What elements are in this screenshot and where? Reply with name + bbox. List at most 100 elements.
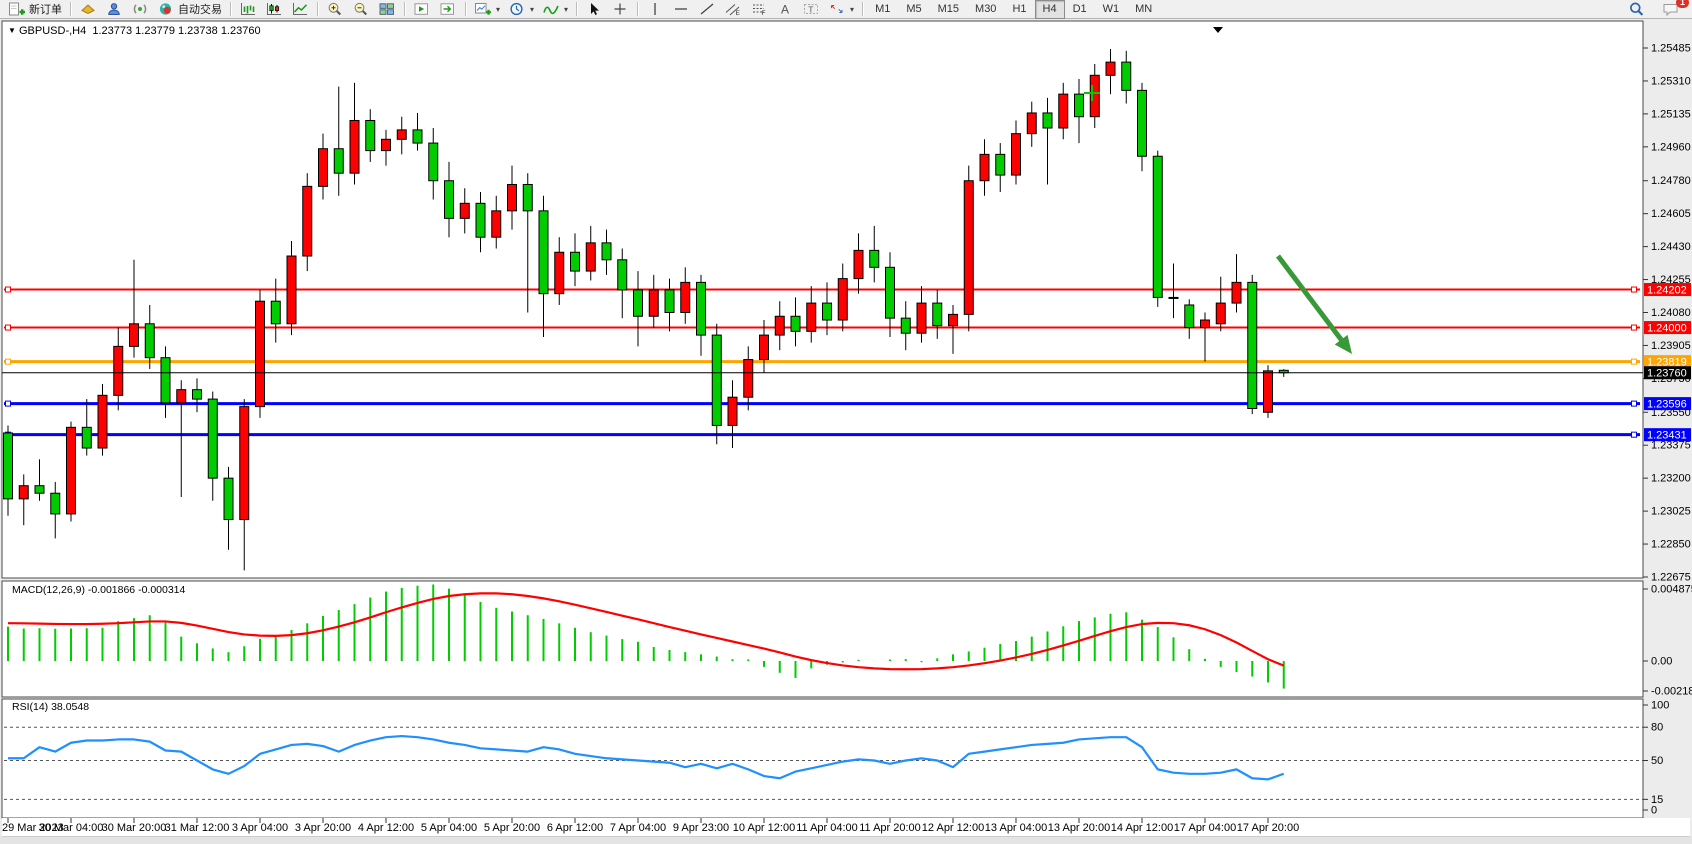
hline-anchor[interactable]: [6, 401, 11, 406]
svg-text:0.00: 0.00: [1651, 656, 1672, 668]
hline-anchor[interactable]: [1632, 325, 1637, 330]
doc-plus-icon: [8, 2, 26, 16]
chat-button[interactable]: 1: [1658, 0, 1684, 19]
indicator-icon: [542, 2, 560, 16]
hline-anchor[interactable]: [6, 325, 11, 330]
autotrade-icon: [157, 2, 175, 16]
svg-text:30 Mar 04:00: 30 Mar 04:00: [39, 822, 104, 834]
text-tool-button[interactable]: A: [772, 0, 798, 19]
timeframe-mn-button[interactable]: MN: [1127, 0, 1160, 19]
zoom-out-button[interactable]: [348, 0, 374, 19]
crosshair-button[interactable]: [607, 0, 633, 19]
svg-text:12 Apr 12:00: 12 Apr 12:00: [922, 822, 984, 834]
hline-anchor[interactable]: [1632, 359, 1637, 364]
channel-icon: E: [724, 2, 742, 16]
bars-icon: [239, 2, 257, 16]
svg-text:0: 0: [1651, 805, 1657, 817]
toolbar-separator: [576, 2, 577, 16]
candle: [114, 346, 123, 395]
svg-text:17 Apr 04:00: 17 Apr 04:00: [1174, 822, 1236, 834]
timeframe-h4-button[interactable]: H4: [1035, 0, 1065, 19]
timeframe-m5-button[interactable]: M5: [898, 0, 929, 19]
hline-anchor[interactable]: [6, 287, 11, 292]
yellow-icon: [79, 2, 97, 16]
indicators-button[interactable]: ▾: [538, 0, 572, 19]
svg-text:14 Apr 12:00: 14 Apr 12:00: [1111, 822, 1173, 834]
svg-text:5 Apr 04:00: 5 Apr 04:00: [421, 822, 477, 834]
candle: [901, 318, 910, 333]
candle: [823, 303, 832, 320]
chart-title: ▼ GBPUSD-,H4 1.23773 1.23779 1.23738 1.2…: [8, 25, 261, 37]
candle: [1027, 113, 1036, 134]
new-chart-button[interactable]: ▾: [470, 0, 504, 19]
vertical-line-tool-button[interactable]: [642, 0, 668, 19]
profiles-button[interactable]: ▾: [504, 0, 538, 19]
candle: [1059, 94, 1068, 128]
auto-trading-button[interactable]: 自动交易: [153, 0, 226, 19]
window-bottom-strip: [0, 837, 1692, 844]
timeframe-m15-button[interactable]: M15: [930, 0, 967, 19]
candle: [445, 181, 454, 219]
line-chart-mode-button[interactable]: [287, 0, 313, 19]
candle: [712, 335, 721, 425]
fibonacci-tool-button[interactable]: F: [746, 0, 772, 19]
candle: [224, 478, 233, 519]
quotes-button[interactable]: [75, 0, 101, 19]
zoom-in-button[interactable]: [322, 0, 348, 19]
svg-text:100: 100: [1651, 700, 1669, 712]
timeframe-h1-button[interactable]: H1: [1004, 0, 1034, 19]
search-button[interactable]: [1624, 0, 1650, 19]
channel-tool-button[interactable]: E: [720, 0, 746, 19]
candle: [1264, 371, 1273, 412]
candle: [382, 139, 391, 150]
hline-anchor[interactable]: [1632, 432, 1637, 437]
svg-text:T: T: [808, 4, 813, 14]
candle: [1075, 94, 1084, 117]
rsi-indicator-label: RSI(14) 38.0548: [12, 701, 89, 713]
candle: [145, 324, 154, 358]
new-order-label: 新订单: [29, 1, 62, 17]
candle: [82, 427, 91, 448]
candle: [51, 493, 60, 514]
bar-chart-mode-button[interactable]: [235, 0, 261, 19]
hline-anchor[interactable]: [1632, 287, 1637, 292]
candle: [1122, 62, 1131, 90]
timeframe-m1-button[interactable]: M1: [867, 0, 898, 19]
label-tool-button[interactable]: T: [798, 0, 824, 19]
linechart-icon: [291, 2, 309, 16]
chart-collapse-icon[interactable]: ▼: [8, 26, 16, 35]
chart-symbol-timeframe: GBPUSD-,H4: [19, 25, 86, 37]
candle: [271, 301, 280, 324]
mql5-community-button[interactable]: [127, 0, 153, 19]
new-order-button[interactable]: 新订单: [4, 0, 66, 19]
arrows-tool-button[interactable]: ▾: [824, 0, 858, 19]
search-icon: [1628, 2, 1646, 16]
candle: [586, 243, 595, 271]
candle: [980, 154, 989, 180]
candle: [854, 250, 863, 278]
person-icon: [105, 2, 123, 16]
textA-icon: A: [776, 2, 794, 16]
cursor-button[interactable]: [581, 0, 607, 19]
timeframe-d1-button[interactable]: D1: [1065, 0, 1095, 19]
timeframe-w1-button[interactable]: W1: [1095, 0, 1128, 19]
candle: [744, 360, 753, 398]
auto-scroll-button[interactable]: [409, 0, 435, 19]
svg-text:1.23596: 1.23596: [1647, 398, 1687, 410]
candle: [429, 143, 438, 181]
hline-anchor[interactable]: [1632, 401, 1637, 406]
candle: [492, 211, 501, 237]
tile-windows-button[interactable]: [374, 0, 400, 19]
svg-text:30 Mar 20:00: 30 Mar 20:00: [102, 822, 167, 834]
candle: [130, 324, 139, 347]
shift-icon: [439, 2, 457, 16]
svg-text:1.24960: 1.24960: [1651, 141, 1691, 153]
horizontal-line-tool-button[interactable]: [668, 0, 694, 19]
hline-anchor[interactable]: [6, 359, 11, 364]
navigator-button[interactable]: [101, 0, 127, 19]
candle: [350, 120, 359, 173]
trendline-tool-button[interactable]: [694, 0, 720, 19]
timeframe-m30-button[interactable]: M30: [967, 0, 1004, 19]
chart-shift-button[interactable]: [435, 0, 461, 19]
candle-chart-mode-button[interactable]: [261, 0, 287, 19]
